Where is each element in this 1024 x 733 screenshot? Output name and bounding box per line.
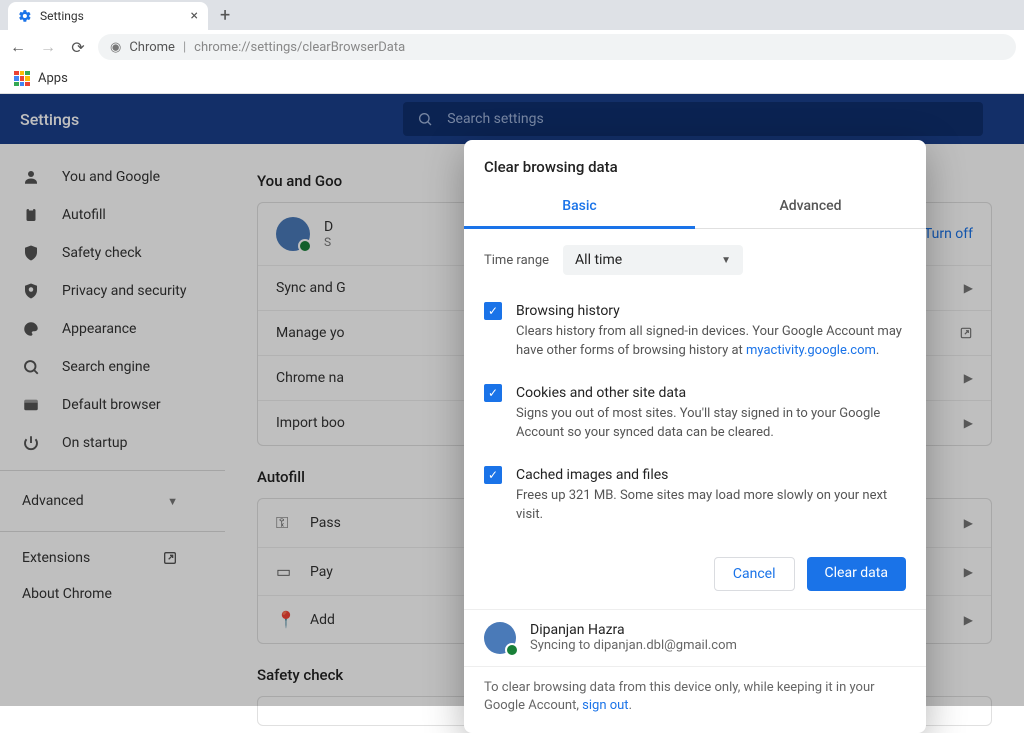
profile-row: Dipanjan Hazra Syncing to dipanjan.dbl@g… [464,609,926,666]
dialog-footer-note: To clear browsing data from this device … [464,666,926,733]
clear-browsing-data-dialog: Clear browsing data Basic Advanced Time … [464,140,926,733]
checkbox-checked-icon[interactable]: ✓ [484,466,502,484]
clear-data-button[interactable]: Clear data [807,557,906,591]
time-range-label: Time range [484,253,549,268]
time-range-select[interactable]: All time ▼ [563,245,743,275]
url-app: Chrome [129,40,175,55]
checkbox-checked-icon[interactable]: ✓ [484,302,502,320]
tab-strip: Settings × + [0,0,1024,30]
tab-basic[interactable]: Basic [464,188,695,229]
cancel-button[interactable]: Cancel [714,557,795,591]
avatar [484,622,516,654]
tab-title: Settings [40,9,84,23]
browser-tab[interactable]: Settings × [8,2,208,30]
option-cache[interactable]: ✓ Cached images and files Frees up 321 M… [484,455,906,537]
myactivity-link[interactable]: myactivity.google.com [746,343,876,358]
close-icon[interactable]: × [191,8,198,24]
option-cookies[interactable]: ✓ Cookies and other site data Signs you … [484,373,906,455]
address-bar[interactable]: ◉ Chrome | chrome://settings/clearBrowse… [98,34,1016,60]
tab-advanced[interactable]: Advanced [695,188,926,228]
profile-sync: Syncing to dipanjan.dbl@gmail.com [530,638,737,653]
bookmarks-apps[interactable]: Apps [38,71,68,86]
forward-button: → [38,37,58,57]
gear-icon [18,9,32,23]
dialog-tabs: Basic Advanced [464,188,926,229]
reload-button[interactable]: ⟳ [68,38,88,57]
option-browsing-history[interactable]: ✓ Browsing history Clears history from a… [484,291,906,373]
chevron-down-icon: ▼ [721,255,731,266]
apps-icon[interactable] [14,71,30,87]
browser-toolbar: ← → ⟳ ◉ Chrome | chrome://settings/clear… [0,30,1024,64]
site-info-icon[interactable]: ◉ [110,40,121,55]
back-button[interactable]: ← [8,37,28,57]
bookmarks-bar: Apps [0,64,1024,94]
profile-name: Dipanjan Hazra [530,622,737,638]
dialog-title: Clear browsing data [464,140,926,188]
checkbox-checked-icon[interactable]: ✓ [484,384,502,402]
new-tab-button[interactable]: + [220,5,230,26]
